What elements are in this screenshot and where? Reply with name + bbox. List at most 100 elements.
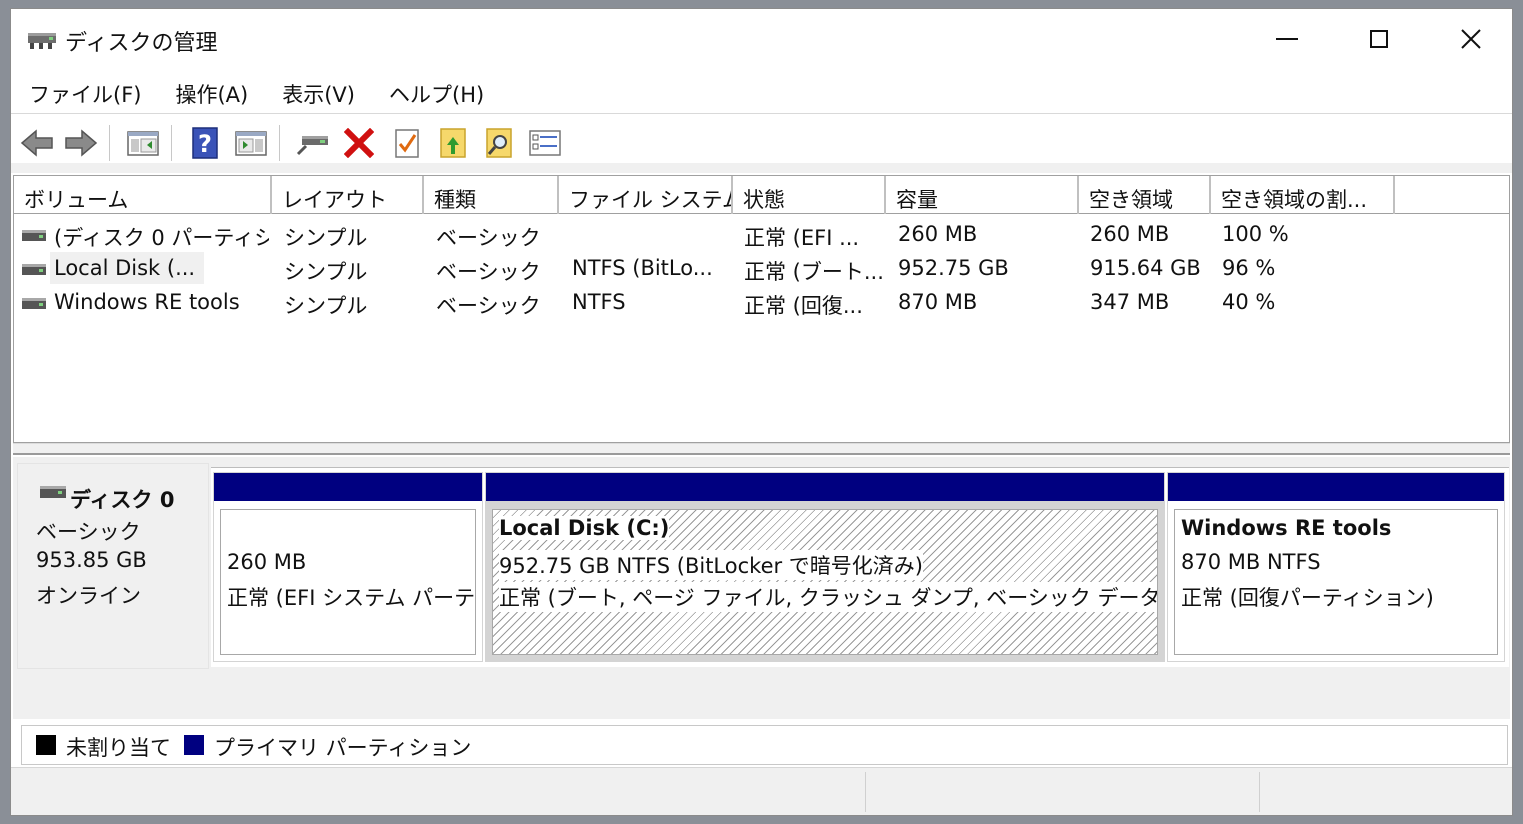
delete-icon [344,128,374,158]
show-hide-console-tree-button[interactable] [125,125,161,161]
column-volume[interactable]: ボリューム [14,176,272,214]
help-icon: ? [192,127,218,159]
folder-up-button[interactable] [435,125,471,161]
cell-volume: Local Disk (... [54,256,196,280]
cell-free-percent: 100 % [1222,222,1289,246]
minimize-button[interactable] [1241,9,1333,69]
cell-status: 正常 (回復... [744,294,863,318]
properties-check-icon [395,129,419,158]
drive-icon [22,230,46,241]
disk-state: オンライン [36,584,141,608]
column-filesystem[interactable]: ファイル システム [559,176,733,214]
volume-list-header: ボリューム レイアウト 種類 ファイル システム 状態 容量 空き領域 空き領域… [14,176,1509,214]
column-free-percent[interactable]: 空き領域の割... [1211,176,1395,214]
partition-efi[interactable]: 260 MB 正常 (EFI システム パーティション) [213,472,483,662]
menubar-divider [11,113,1512,114]
partition-status: 正常 (回復パーティション) [1181,586,1434,610]
maximize-icon [1370,30,1388,48]
cell-free-percent: 40 % [1222,290,1276,314]
legend-swatch-unallocated [36,735,56,755]
maximize-button[interactable] [1333,9,1425,69]
partition-windows-re-tools[interactable]: Windows RE tools 870 MB NTFS 正常 (回復パーティシ… [1167,472,1505,662]
partition-local-disk-c[interactable]: Local Disk (C:) 952.75 GB NTFS (BitLocke… [485,472,1165,662]
cell-free-percent: 96 % [1222,256,1276,280]
cell-layout: シンプル [284,260,368,284]
cell-free-space: 347 MB [1090,290,1170,314]
partition-status: 正常 (ブート, ページ ファイル, クラッシュ ダンプ, ベーシック データ … [499,582,1157,612]
toolbar-divider [171,125,172,161]
folder-search-button[interactable] [481,125,517,161]
cell-type: ベーシック [436,260,541,284]
partition-title: Local Disk (C:) [499,516,670,540]
folder-up-icon [440,128,466,158]
drive-icon [22,264,46,275]
partition-title: Windows RE tools [1181,516,1392,540]
forward-button[interactable] [63,125,99,161]
menu-action[interactable]: 操作(A) [157,73,264,113]
legend: 未割り当て プライマリ パーティション [21,725,1508,765]
menu-help[interactable]: ヘルプ(H) [371,73,500,113]
toolbar-divider [109,125,110,161]
checklist-icon [529,130,561,156]
volume-row[interactable]: (ディスク 0 パーティショ... シンプル ベーシック 正常 (EFI ...… [14,218,1509,252]
volume-row[interactable]: Windows RE tools シンプル ベーシック NTFS 正常 (回復.… [14,286,1509,320]
partition-type-bar [1168,473,1504,501]
show-hide-action-pane-button[interactable] [233,125,269,161]
cell-free-space: 915.64 GB [1090,256,1201,280]
partition-body: Local Disk (C:) 952.75 GB NTFS (BitLocke… [492,509,1158,655]
status-bar-divider [865,772,866,812]
show-hide-console-tree-icon [127,131,159,156]
status-bar [11,767,1512,815]
partition-size: 870 MB NTFS [1181,550,1321,574]
cell-layout: シンプル [284,294,368,318]
menu-file[interactable]: ファイル(F) [11,73,157,113]
forward-arrow-icon [65,129,98,157]
cell-type: ベーシック [436,226,541,250]
volume-list[interactable]: ボリューム レイアウト 種類 ファイル システム 状態 容量 空き領域 空き領域… [13,175,1510,443]
cell-volume: (ディスク 0 パーティショ... [54,226,269,250]
disk-icon [40,486,66,498]
back-button[interactable] [19,125,55,161]
help-button[interactable]: ? [187,125,223,161]
disk-type: ベーシック [36,520,141,544]
connect-drive-button[interactable] [295,125,331,161]
menu-bar: ファイル(F) 操作(A) 表示(V) ヘルプ(H) [11,73,1512,113]
volume-row[interactable]: Local Disk (... シンプル ベーシック NTFS (BitLo..… [14,252,1509,286]
close-button[interactable] [1425,9,1512,69]
column-status[interactable]: 状態 [733,176,886,214]
column-capacity[interactable]: 容量 [886,176,1079,214]
cell-layout: シンプル [284,226,368,250]
cell-capacity: 870 MB [898,290,978,314]
cell-free-space: 260 MB [1090,222,1170,246]
column-type[interactable]: 種類 [424,176,559,214]
menu-view[interactable]: 表示(V) [264,73,371,113]
minimize-icon [1276,38,1298,40]
pane-splitter[interactable] [13,443,1510,455]
legend-label-unallocated: 未割り当て [66,736,171,760]
disk-0-partition-strip: 260 MB 正常 (EFI システム パーティション) Local Disk … [211,467,1509,667]
partition-size: 952.75 GB NTFS (BitLocker で暗号化済み) [499,550,923,580]
properties-button[interactable] [389,125,425,161]
column-free-space[interactable]: 空き領域 [1079,176,1211,214]
cell-volume: Windows RE tools [54,290,240,314]
connect-drive-icon [296,136,328,156]
toolbar-bottom-band [11,163,1512,173]
close-icon [1461,29,1481,49]
cell-capacity: 260 MB [898,222,978,246]
cell-filesystem: NTFS (BitLo... [572,256,713,280]
disk-management-app-icon [28,33,56,49]
column-layout[interactable]: レイアウト [272,176,424,214]
cell-capacity: 952.75 GB [898,256,1009,280]
folder-search-icon [486,128,512,158]
disk-size: 953.85 GB [36,548,147,572]
disk-0-label[interactable]: ディスク 0 ベーシック 953.85 GB オンライン [17,463,209,669]
back-arrow-icon [20,129,53,157]
legend-label-primary-partition: プライマリ パーティション [214,736,472,760]
disk-graphical-view: ディスク 0 ベーシック 953.85 GB オンライン 260 MB 正常 (… [13,457,1510,719]
checklist-button[interactable] [527,125,563,161]
partition-body: Windows RE tools 870 MB NTFS 正常 (回復パーティシ… [1174,509,1498,655]
partition-size: 260 MB [227,550,307,574]
delete-button[interactable] [341,125,377,161]
title-bar[interactable]: ディスクの管理 [11,9,1512,71]
partition-type-bar [214,473,482,501]
